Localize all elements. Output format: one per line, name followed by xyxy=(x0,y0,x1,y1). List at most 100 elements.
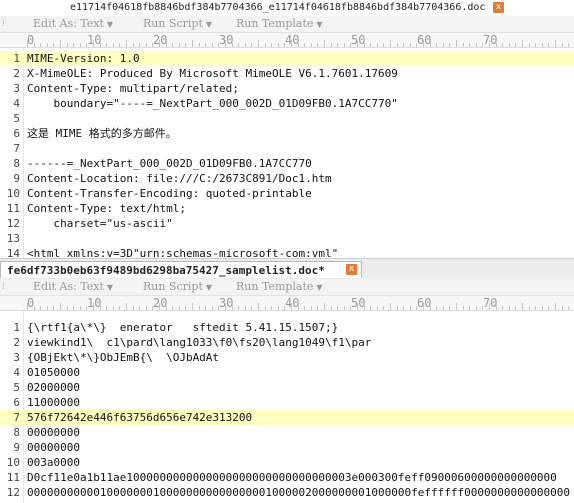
code-line[interactable]: 5 xyxy=(0,111,574,126)
code-line[interactable]: 2 X-MimeOLE: Produced By Microsoft MimeOL… xyxy=(0,66,574,81)
run-template-dropdown[interactable]: Run Template ▼ xyxy=(236,279,323,296)
code-text: <html xmlns:v=3D"urn:schemas-microsoft-c… xyxy=(27,247,339,258)
ruler-tick xyxy=(383,306,384,310)
ruler-tick xyxy=(113,306,114,310)
code-line[interactable]: 9 Content-Location: file:///C:/2673C891/D… xyxy=(0,171,574,186)
text-editor[interactable]: 1 MIME-Version: 1.0 2 X-MimeOLE: Produced B… xyxy=(0,48,574,258)
code-line[interactable]: 10 Content-Transfer-Encoding: quoted-prin… xyxy=(0,186,574,201)
edit-as-dropdown[interactable]: Edit As: Text ▼ xyxy=(33,279,113,296)
ruler-tick xyxy=(53,306,54,310)
ruler-tick xyxy=(67,306,68,310)
code-line[interactable]: 7 576f72642e446f63756d656e742e313200 xyxy=(0,410,574,425)
ruler-tick xyxy=(403,43,404,47)
file-tab-mime-doc[interactable]: e11714f04618fb8846bdf384b7704366_e11714f… xyxy=(70,0,488,16)
code-text: 0000000000010000000100000000000000001000… xyxy=(27,486,571,499)
code-line[interactable]: 1 MIME-Version: 1.0 xyxy=(0,51,574,66)
ruler-tick xyxy=(317,306,318,310)
run-script-dropdown[interactable]: Run Script ▼ xyxy=(143,279,212,296)
code-line[interactable]: 2 viewkind1\ c1\pard\lang1033\f0\fs20\lan… xyxy=(0,335,574,350)
code-text: Content-Type: text/html; xyxy=(27,202,186,215)
ruler-tick xyxy=(344,306,345,310)
code-line[interactable]: 4 boundary="----=_NextPart_000_002D_01D0… xyxy=(0,96,574,111)
close-tab-icon[interactable]: x xyxy=(346,264,357,275)
ruler-tick xyxy=(443,306,444,310)
code-line[interactable]: 5 02000000 xyxy=(0,380,574,395)
code-line[interactable]: 4 01050000 xyxy=(0,365,574,380)
run-template-dropdown[interactable]: Run Template ▼ xyxy=(236,16,323,33)
ruler-tick xyxy=(568,306,569,310)
code-line[interactable]: 11 Content-Type: text/html; xyxy=(0,201,574,216)
line-number: 1 xyxy=(13,321,20,334)
code-line[interactable]: 12 00000000000100000001000000000000000010… xyxy=(0,485,574,500)
line-number: 11 xyxy=(6,202,20,215)
code-line[interactable]: 6 11000000 xyxy=(0,395,574,410)
ruler-tick xyxy=(416,306,417,310)
ruler-tick xyxy=(496,43,497,47)
line-number: 2 xyxy=(13,67,20,80)
code-line[interactable]: 8 ------=_NextPart_000_002D_01D09FB0.1A7C… xyxy=(0,156,574,171)
line-number: 3 xyxy=(13,351,20,364)
line-number: 3 xyxy=(13,82,20,95)
line-number: 9 xyxy=(13,441,20,454)
code-line[interactable]: 1 {\rtf1{a\*\} enerator sftedit 5.41.15.1… xyxy=(0,320,574,335)
code-line[interactable]: 12 charset="us-ascii" xyxy=(0,216,574,231)
ruler-tick xyxy=(152,306,153,310)
code-line[interactable]: 11 D0cf11e0a1b11ae10000000000000000000000… xyxy=(0,470,574,485)
ruler-tick xyxy=(522,40,523,47)
code-line[interactable]: 3 Content-Type: multipart/related; xyxy=(0,81,574,96)
code-line[interactable]: 14 <html xmlns:v=3D"urn:schemas-microsoft… xyxy=(0,246,574,258)
code-line[interactable]: 9 00000000 xyxy=(0,440,574,455)
line-number: 12 xyxy=(6,486,20,499)
code-line[interactable]: 6 这是 MIME 格式的多方邮件。 xyxy=(0,126,574,141)
editor-pane-top: e11714f04618fb8846bdf384b7704366_e11714f… xyxy=(0,0,574,258)
ruler-tick xyxy=(172,43,173,47)
ruler-tick xyxy=(258,303,259,310)
ruler-tick xyxy=(73,306,74,310)
ruler-tick xyxy=(364,43,365,47)
ruler-tick xyxy=(185,306,186,310)
ruler-tick xyxy=(238,43,239,47)
code-line[interactable]: 8 00000000 xyxy=(0,425,574,440)
ruler-tick xyxy=(291,40,292,47)
ruler-tick xyxy=(278,43,279,47)
ruler-tick xyxy=(489,40,490,47)
line-number: 14 xyxy=(6,247,20,258)
line-number: 8 xyxy=(13,157,20,170)
ruler-tick xyxy=(502,43,503,47)
ruler-tick xyxy=(370,306,371,310)
code-line[interactable]: 7 xyxy=(0,141,574,156)
code-line[interactable]: 3 {OBjEkt\*\}ObJEmB{\ \OJbAdAt xyxy=(0,350,574,365)
ruler-tick xyxy=(542,306,543,310)
ruler-tick xyxy=(40,43,41,47)
column-ruler: 0 10 20 30 40 50 60 70 xyxy=(0,296,574,311)
run-script-dropdown[interactable]: Run Script ▼ xyxy=(143,16,212,33)
ruler-tick xyxy=(529,43,530,47)
text-editor[interactable]: 1 {\rtf1{a\*\} enerator sftedit 5.41.15.1… xyxy=(0,311,574,503)
ruler-tick xyxy=(416,43,417,47)
ruler-tick xyxy=(232,43,233,47)
ruler-tick xyxy=(436,306,437,310)
ruler-tick xyxy=(291,303,292,310)
toolbar-grip-icon: ⁞ xyxy=(2,281,5,292)
ruler-tick xyxy=(159,303,160,310)
edit-as-label: Edit As: Text xyxy=(33,280,104,293)
ruler-tick xyxy=(133,306,134,310)
ruler-tick xyxy=(80,43,81,47)
code-line[interactable]: 10 003a0000 xyxy=(0,455,574,470)
edit-as-dropdown[interactable]: Edit As: Text ▼ xyxy=(33,16,113,33)
run-script-label: Run Script xyxy=(143,17,203,30)
code-line[interactable]: 13 xyxy=(0,231,574,246)
editor-toolbar: ⁞ Edit As: Text ▼ Run Script ▼ Run Templat… xyxy=(0,16,574,33)
ruler-tick xyxy=(476,43,477,47)
code-text: {OBjEkt\*\}ObJEmB{\ \OJbAdAt xyxy=(27,351,220,364)
ruler-tick xyxy=(159,40,160,47)
close-tab-icon[interactable]: x xyxy=(493,2,504,13)
ruler-tick xyxy=(350,306,351,310)
ruler-tick xyxy=(152,43,153,47)
code-text: MIME-Version: 1.0 xyxy=(27,52,140,65)
ruler-tick xyxy=(93,303,94,310)
ruler-tick xyxy=(284,306,285,310)
ruler-tick xyxy=(397,43,398,47)
file-tab-samplelist-doc[interactable]: fe6df733b0eb63f9489bd6298ba75427_samplel… xyxy=(0,261,362,278)
chevron-down-icon: ▼ xyxy=(106,20,114,29)
